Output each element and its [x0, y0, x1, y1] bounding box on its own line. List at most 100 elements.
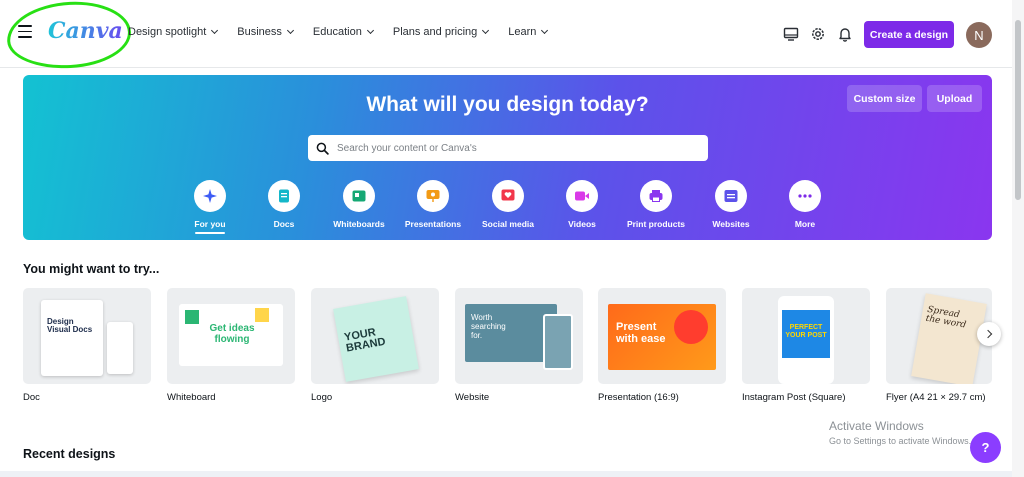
card-label: Presentation (16:9)	[598, 392, 679, 403]
nav-label: Plans and pricing	[392, 26, 478, 38]
active-underline	[195, 232, 225, 234]
card-label: Website	[455, 392, 490, 403]
category-label: Presentations	[404, 219, 462, 229]
chevron-down-icon	[286, 26, 294, 35]
nav-business[interactable]: Business	[237, 26, 294, 38]
notification-bell-icon[interactable]	[837, 26, 853, 42]
category-icon-circle	[268, 180, 300, 212]
doc-page-graphic	[41, 300, 103, 376]
category-icon-circle	[789, 180, 821, 212]
template-card-website[interactable]: Worth searching for. Website	[455, 288, 583, 403]
video-icon	[575, 191, 589, 201]
category-icon-circle	[492, 180, 524, 212]
card-label: Doc	[23, 392, 40, 403]
category-print-products[interactable]: Print products	[616, 180, 696, 229]
template-thumbnail: Get ideas flowing	[167, 288, 295, 384]
category-docs[interactable]: Docs	[244, 180, 324, 229]
printer-icon	[649, 190, 663, 202]
nav-label: Learn	[508, 26, 537, 38]
category-label: Docs	[273, 219, 295, 229]
card-label: Logo	[311, 392, 333, 403]
sticky-note-graphic	[255, 308, 269, 322]
chevron-down-icon	[211, 26, 219, 35]
whiteboard-thumb-text: Get ideas flowing	[209, 323, 255, 345]
settings-gear-icon[interactable]	[810, 26, 826, 42]
hero-banner: What will you design today? Custom size …	[23, 75, 992, 240]
template-card-whiteboard[interactable]: Get ideas flowing Whiteboard	[167, 288, 295, 403]
template-thumbnail: Spread the word	[886, 288, 992, 384]
template-thumbnail: Present with ease	[598, 288, 726, 384]
category-more[interactable]: More	[765, 180, 845, 229]
sparkle-icon	[203, 189, 217, 203]
template-thumbnail: YOUR BRAND	[311, 288, 439, 384]
category-label: More	[794, 219, 816, 229]
doc-icon	[279, 189, 289, 203]
nav-education[interactable]: Education	[312, 26, 374, 38]
chevron-down-icon	[482, 26, 490, 35]
nav-label: Education	[312, 26, 362, 38]
category-icon-circle	[417, 180, 449, 212]
user-avatar[interactable]: N	[966, 22, 992, 48]
custom-size-button[interactable]: Custom size	[847, 85, 922, 112]
whiteboard-icon	[352, 190, 366, 202]
section-title-recent: Recent designs	[23, 447, 116, 461]
section-title-try: You might want to try...	[23, 262, 160, 276]
nav-label: Business	[237, 26, 282, 38]
help-button[interactable]: ?	[970, 432, 1001, 463]
category-icon-circle	[566, 180, 598, 212]
sticky-note-graphic	[185, 310, 199, 324]
template-thumbnail: PERFECT YOUR POST	[742, 288, 870, 384]
desktop-app-icon[interactable]	[783, 26, 799, 42]
nav-design-spotlight[interactable]: Design spotlight	[128, 26, 219, 38]
scrollbar-thumb[interactable]	[1015, 20, 1021, 200]
presentation-thumb-text: Present with ease	[616, 321, 666, 345]
category-label: Social media	[482, 219, 534, 229]
card-label: Whiteboard	[167, 392, 216, 403]
template-thumbnail: Worth searching for.	[455, 288, 583, 384]
category-label: For you	[194, 219, 226, 229]
category-presentations[interactable]: Presentations	[393, 180, 473, 229]
nav-plans-and-pricing[interactable]: Plans and pricing	[392, 26, 490, 38]
top-navigation-bar: Canva Design spotlight Business Educatio…	[0, 0, 1024, 72]
watermark-title: Activate Windows	[829, 419, 924, 433]
category-whiteboards[interactable]: Whiteboards	[319, 180, 399, 229]
card-label: Instagram Post (Square)	[742, 392, 846, 403]
category-label: Websites	[712, 219, 750, 229]
template-thumbnail: Design Visual Docs	[23, 288, 151, 384]
doc-thumb-text: Design Visual Docs	[47, 317, 93, 335]
page-bottom-edge	[0, 471, 1012, 477]
category-icon-circle	[343, 180, 375, 212]
category-for-you[interactable]: For you	[170, 180, 250, 234]
template-card-logo[interactable]: YOUR BRAND Logo	[311, 288, 439, 403]
canva-logo[interactable]: Canva	[48, 18, 123, 44]
category-label: Videos	[568, 219, 596, 229]
windows-activation-watermark: Activate Windows Go to Settings to activ…	[829, 419, 971, 446]
template-card-flyer[interactable]: Spread the word Flyer (A4 21 × 29.7 cm)	[886, 288, 992, 403]
upload-button[interactable]: Upload	[927, 85, 982, 112]
presentation-flower-graphic	[674, 310, 708, 344]
category-icon-circle	[640, 180, 672, 212]
card-label: Flyer (A4 21 × 29.7 cm)	[886, 392, 986, 403]
nav-learn[interactable]: Learn	[508, 26, 549, 38]
category-social-media[interactable]: Social media	[468, 180, 548, 229]
nav-label: Design spotlight	[128, 26, 207, 38]
main-nav: Design spotlight Business Education Plan…	[128, 26, 567, 38]
carousel-next-button[interactable]	[977, 322, 1001, 346]
doc-mobile-graphic	[107, 322, 133, 374]
website-icon	[724, 190, 738, 202]
search-input[interactable]	[337, 142, 677, 154]
search-bar[interactable]	[308, 135, 708, 161]
create-a-design-button[interactable]: Create a design	[864, 21, 954, 48]
website-thumb-text: Worth searching for.	[471, 313, 506, 340]
category-icon-circle	[194, 180, 226, 212]
template-card-instagram-post[interactable]: PERFECT YOUR POST Instagram Post (Square…	[742, 288, 870, 403]
instagram-thumb-text: PERFECT YOUR POST	[785, 324, 827, 339]
category-websites[interactable]: Websites	[691, 180, 771, 229]
template-card-presentation[interactable]: Present with ease Presentation (16:9)	[598, 288, 726, 403]
category-videos[interactable]: Videos	[542, 180, 622, 229]
template-card-doc[interactable]: Design Visual Docs Doc	[23, 288, 151, 403]
chevron-down-icon	[366, 26, 374, 35]
category-label: Print products	[626, 219, 686, 229]
watermark-subtitle: Go to Settings to activate Windows.	[829, 436, 972, 446]
category-label: Whiteboards	[333, 219, 385, 229]
